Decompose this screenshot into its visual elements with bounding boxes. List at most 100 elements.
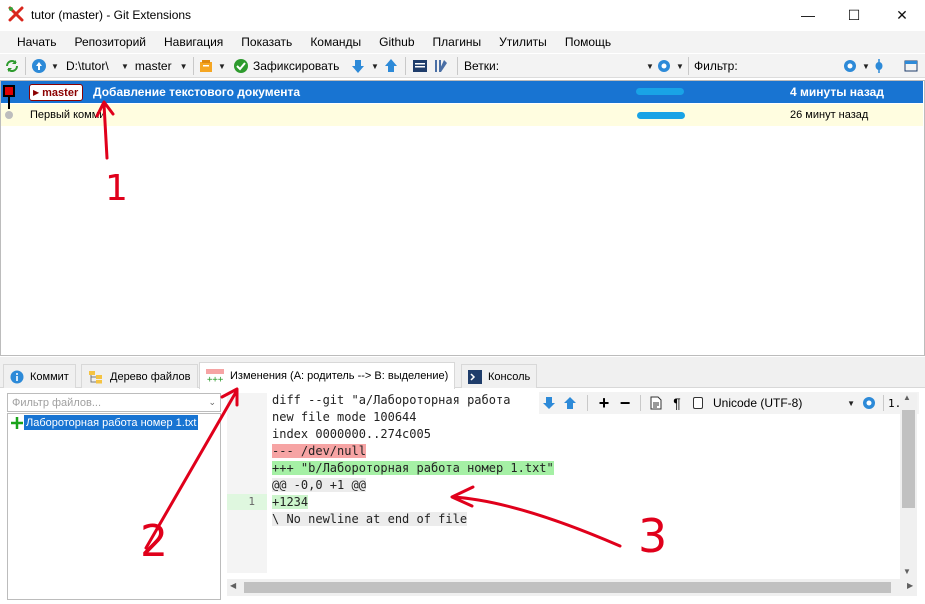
plus-icon: +	[598, 392, 610, 413]
stash-button[interactable]: ▼	[198, 54, 226, 78]
tab-diff-label: Изменения (A: родитель --> B: выделение)	[230, 370, 449, 382]
tab-file-tree-label: Дерево файлов	[110, 370, 191, 383]
vertical-scroll-thumb[interactable]	[902, 410, 915, 508]
chevron-down-icon[interactable]: ⌄	[208, 397, 216, 408]
repo-path[interactable]: D:\tutor\	[66, 54, 109, 78]
tab-commit-label: Коммит	[30, 370, 69, 383]
whitespace-button[interactable]	[645, 392, 667, 414]
file-filter-placeholder: Фильтр файлов...	[12, 396, 101, 409]
branches-dropdown[interactable]: ▼	[642, 54, 654, 78]
menu-github[interactable]: Github	[370, 35, 423, 49]
commit-message: Добавление текстового документа	[93, 85, 301, 99]
window-title: tutor (master) - Git Extensions	[31, 8, 192, 22]
repo-dropdown[interactable]: ▼	[31, 54, 59, 78]
increase-context-button[interactable]: +	[594, 392, 614, 414]
branch-label-badge[interactable]: ▶ master	[29, 84, 84, 101]
diff-note: \ No newline at end of file	[272, 512, 468, 526]
menu-navigation[interactable]: Навигация	[155, 35, 232, 49]
minus-icon: −	[619, 392, 631, 413]
commit-button[interactable]: Зафиксировать	[233, 54, 339, 78]
encoding-label: Unicode (UTF-8)	[713, 396, 803, 410]
commit-date: 4 минуты назад	[790, 85, 884, 99]
menu-help[interactable]: Помощь	[556, 35, 620, 49]
file-filter-input[interactable]: Фильтр файлов... ⌄	[7, 393, 221, 412]
show-nonprinting-button[interactable]: ¶	[667, 392, 687, 414]
menu-repository[interactable]: Репозиторий	[66, 35, 156, 49]
menu-view[interactable]: Показать	[232, 35, 301, 49]
branches-label: Ветки:	[464, 59, 500, 73]
full-file-button[interactable]	[687, 392, 709, 414]
svg-text:+++: +++	[207, 375, 224, 383]
toolbar-separator	[193, 57, 194, 75]
stash-icon	[200, 60, 212, 72]
settings-tools-button[interactable]	[433, 54, 449, 78]
toolbar-separator	[25, 57, 26, 75]
graph-node	[5, 111, 13, 119]
scroll-down-icon[interactable]: ▼	[903, 567, 911, 576]
close-button[interactable]: ✕	[879, 0, 925, 30]
chevron-down-icon: ▼	[847, 398, 855, 408]
diff-line: diff --git "a/Лабороторная работа	[272, 393, 511, 407]
file-name: Лабороторная работа номер 1.txt	[24, 415, 199, 430]
main-toolbar: ▼ D:\tutor\ ▼ master ▼ ▼ Зафиксировать ▼ В…	[0, 54, 925, 78]
toolbar-separator	[405, 57, 406, 75]
branches-settings-button[interactable]: ▼	[656, 54, 684, 78]
scroll-up-icon[interactable]: ▲	[903, 393, 911, 402]
tab-file-tree[interactable]: Дерево файлов	[81, 364, 198, 388]
scroll-right-icon[interactable]: ▶	[907, 581, 913, 590]
layout-button[interactable]	[904, 54, 918, 78]
push-button[interactable]	[384, 54, 398, 78]
menu-plugins[interactable]: Плагины	[424, 35, 491, 49]
toolbar-separator	[457, 57, 458, 75]
toolbar-separator	[587, 395, 588, 411]
menu-start[interactable]: Начать	[8, 35, 66, 49]
pull-arrow-down-icon	[352, 60, 364, 73]
filter-settings-button[interactable]: ▼	[842, 54, 870, 78]
encoding-dropdown[interactable]: Unicode (UTF-8) ▼	[709, 392, 859, 414]
tab-diff[interactable]: +++ Изменения (A: родитель --> B: выделе…	[199, 362, 456, 389]
pin-icon	[875, 59, 883, 73]
toolbar-separator	[688, 57, 689, 75]
line-number-gutter	[227, 393, 267, 573]
menu-commands[interactable]: Команды	[301, 35, 370, 49]
refresh-icon	[6, 60, 18, 72]
file-list[interactable]	[7, 413, 221, 600]
console-icon	[468, 369, 482, 384]
arrow-up-icon	[564, 397, 576, 409]
window-layout-icon	[904, 60, 918, 72]
commit-row[interactable]	[1, 104, 923, 126]
list-item[interactable]: Лабороторная работа номер 1.txt	[10, 415, 220, 430]
page-icon	[693, 397, 703, 409]
push-arrow-up-icon	[385, 59, 397, 72]
branch-selector[interactable]: ▼ master ▼	[121, 54, 188, 78]
commit-message: Первый комми	[30, 109, 103, 121]
menu-tools[interactable]: Утилиты	[490, 35, 556, 49]
title-bar: tutor (master) - Git Extensions — ☐ ✕	[0, 0, 925, 30]
diff-hunk-header: @@ -0,0 +1 @@	[272, 478, 366, 492]
branch-name: master	[134, 59, 172, 73]
pull-button[interactable]: ▼	[351, 54, 379, 78]
filter-toggle-button[interactable]	[874, 54, 884, 78]
branch-label-text: master	[42, 86, 79, 99]
diff-settings-button[interactable]	[859, 392, 879, 414]
menu-bar: Начать Репозиторий Навигация Показать Ко…	[0, 31, 925, 53]
graph-line	[8, 97, 10, 109]
previous-change-button[interactable]	[559, 392, 581, 414]
redacted-author	[637, 112, 685, 119]
next-change-button[interactable]	[539, 392, 559, 414]
filter-label: Фильтр:	[694, 59, 738, 73]
minimize-button[interactable]: —	[785, 0, 831, 30]
horizontal-scroll-thumb[interactable]	[244, 582, 891, 593]
tab-commit[interactable]: Коммит	[3, 364, 76, 388]
commit-label: Зафиксировать	[253, 59, 340, 73]
bash-button[interactable]	[412, 54, 428, 78]
graph-node-current	[3, 85, 15, 97]
scroll-left-icon[interactable]: ◀	[230, 581, 236, 590]
info-icon	[10, 370, 24, 384]
branch-arrow-icon: ▶	[33, 88, 40, 97]
diff-line-added: +1234	[272, 495, 309, 509]
maximize-button[interactable]: ☐	[831, 0, 877, 30]
decrease-context-button[interactable]: −	[614, 392, 636, 414]
refresh-button[interactable]	[4, 54, 20, 78]
tab-console[interactable]: Консоль	[461, 364, 538, 388]
